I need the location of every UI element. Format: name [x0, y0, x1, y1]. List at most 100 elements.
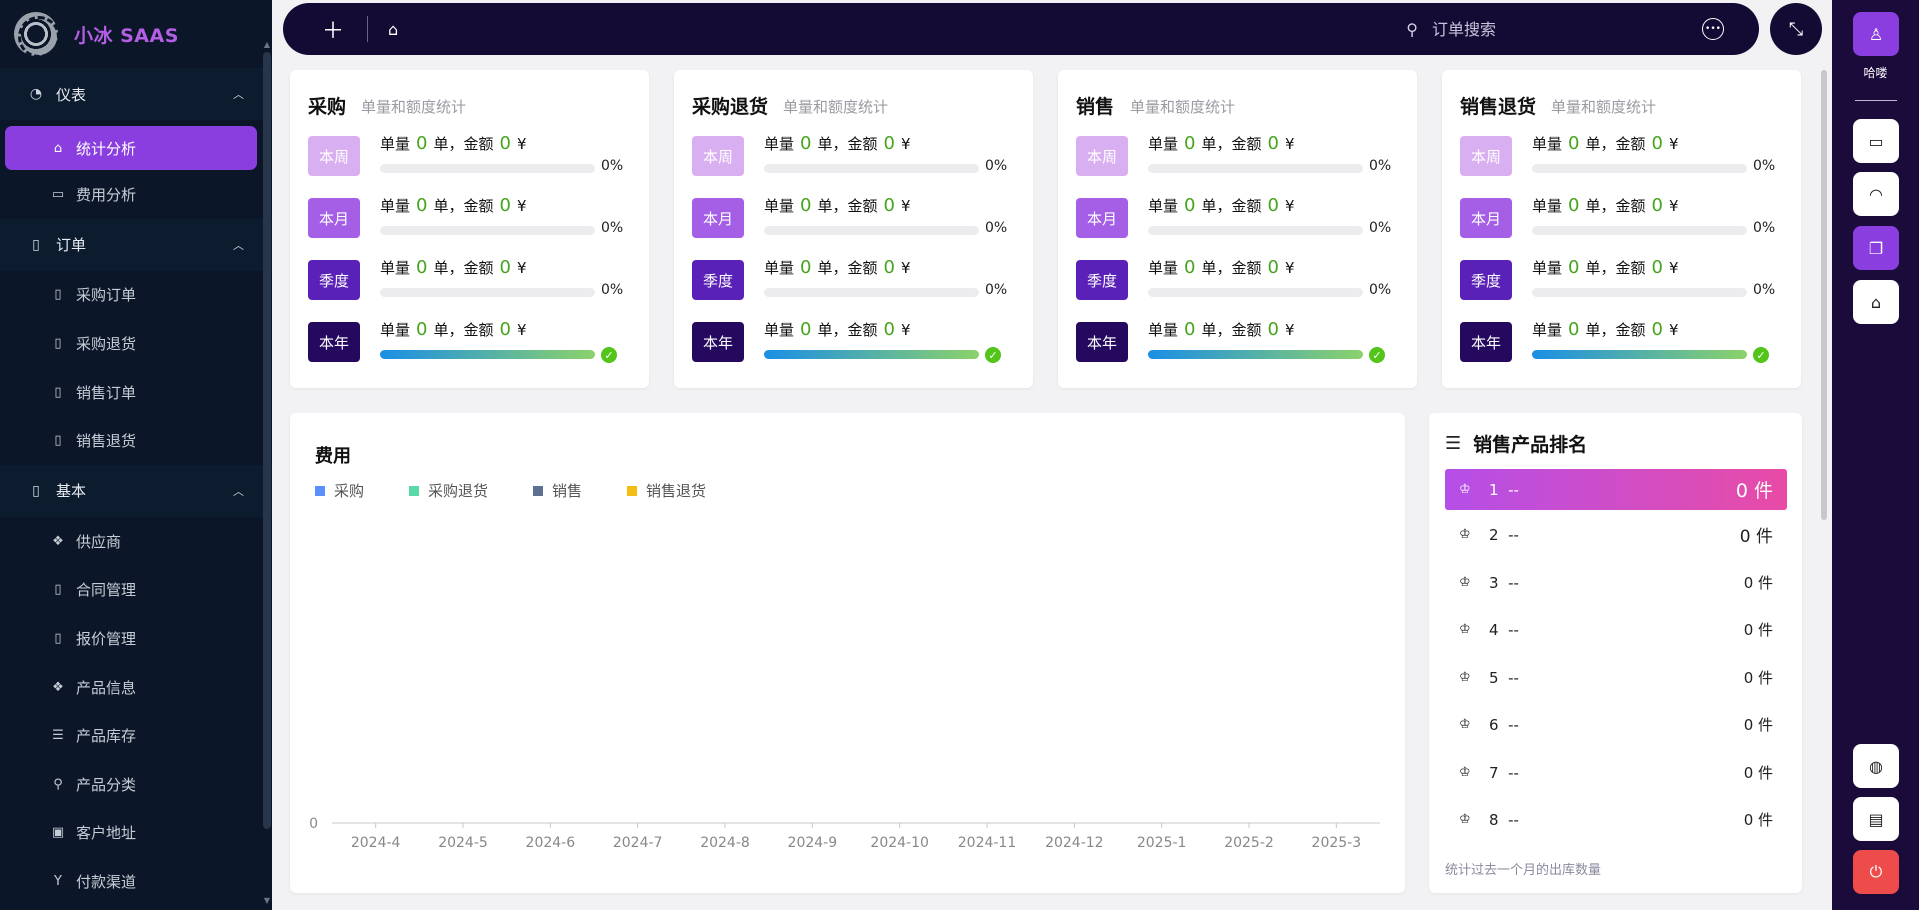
doc-edit-icon: ▯ [54, 287, 62, 303]
period-badge: 本周 [1460, 136, 1512, 176]
progress-bar [764, 226, 979, 235]
period-badge: 本年 [308, 322, 360, 362]
progress-bar [380, 226, 595, 235]
dropbox-icon: ❖ [52, 533, 64, 549]
fullscreen-icon: ⤡ [1788, 18, 1804, 40]
rank-quantity: 0 件 [1743, 764, 1773, 782]
nav-group-dashboard[interactable]: ◔ 仪表 ︿ [0, 68, 272, 120]
stat-row: 季度 单量 0 单，金额 0 ¥0% [1076, 257, 1406, 300]
crown-icon: ♔ [1459, 622, 1471, 637]
support-button[interactable]: ◠ [1853, 172, 1899, 216]
fullscreen-button[interactable]: ⤡ [1770, 3, 1822, 55]
scroll-down-arrow-icon[interactable]: ▼ [263, 896, 271, 905]
sidebar-item-sales-order[interactable]: ▯ 销售订单 [0, 368, 272, 417]
sidebar-scrollbar[interactable] [263, 52, 271, 829]
ranking-row[interactable]: ♔ 6 -- 0 件 [1445, 704, 1787, 745]
report-button[interactable]: ▤ [1853, 797, 1899, 841]
count-value: 0 [1184, 133, 1196, 154]
stat-row-text: 单量 0 单，金额 0 ¥ [1532, 319, 1678, 340]
sidebar-item-label: 统计分析 [76, 139, 137, 158]
ranking-row[interactable]: ♔ 1 -- 0 件 [1445, 469, 1787, 510]
count-value: 0 [416, 257, 428, 278]
address-icon: ▣ [51, 825, 65, 841]
period-badge: 本周 [1076, 136, 1128, 176]
brand[interactable]: 小冰 SAAS [0, 0, 272, 68]
sidebar-item-statistics[interactable]: ⌂ 统计分析 [5, 126, 257, 170]
x-tick-label: 2024-4 [351, 835, 401, 851]
sidebar-item-product-stock[interactable]: ☰ 产品库存 [0, 711, 272, 760]
sidebar-item-purchase-order[interactable]: ▯ 采购订单 [0, 271, 272, 320]
sidebar-item-sales-return[interactable]: ▯ 销售退货 [0, 416, 272, 465]
rank-quantity: 0 件 [1743, 669, 1773, 687]
ranking-row[interactable]: ♔ 8 -- 0 件 [1445, 799, 1787, 840]
search-icon: ⚲ [1406, 19, 1418, 39]
crown-icon: ♔ [1459, 527, 1471, 542]
sidebar-item-contract[interactable]: ▯ 合同管理 [0, 566, 272, 615]
document-icon: ▤ [1868, 809, 1884, 829]
logout-button[interactable]: ⏻ [1853, 850, 1899, 894]
ranking-row[interactable]: ♔ 2 -- 0 件 [1445, 514, 1787, 555]
stat-row-text: 单量 0 单，金额 0 ¥ [1148, 195, 1294, 216]
count-value: 0 [800, 257, 812, 278]
amount-label: 单，金额 [1585, 321, 1646, 339]
wechat-button[interactable]: ◍ [1853, 744, 1899, 788]
sidebar-item-expense-analysis[interactable]: ▭ 费用分析 [0, 170, 272, 219]
currency-symbol: ¥ [1668, 135, 1679, 153]
top-bar: ＋ ⌂ ⚲ ••• [283, 3, 1759, 55]
divider [1855, 100, 1897, 101]
ranking-footnote: 统计过去一个月的出库数量 [1445, 863, 1602, 878]
count-value: 0 [1568, 133, 1580, 154]
divider [367, 16, 368, 42]
bank-button[interactable]: ⌂ [1853, 280, 1899, 324]
progress-percent: 0% [1753, 158, 1776, 174]
sidebar-item-product-category[interactable]: ⚲ 产品分类 [0, 760, 272, 809]
sidebar-item-label: 付款渠道 [76, 872, 137, 891]
scroll-up-arrow-icon[interactable]: ▲ [263, 40, 271, 49]
currency-symbol: ¥ [1284, 135, 1295, 153]
currency-symbol: ¥ [1284, 321, 1295, 339]
product-name: -- [1508, 810, 1519, 829]
ranking-row[interactable]: ♔ 5 -- 0 件 [1445, 657, 1787, 698]
list-doc-icon: ☰ [52, 728, 64, 744]
sidebar-item-customer-address[interactable]: ▣ 客户地址 [0, 809, 272, 858]
sidebar-item-payment-channel[interactable]: Y 付款渠道 [0, 857, 272, 906]
home-icon: ⌂ [53, 140, 63, 156]
currency-symbol: ¥ [900, 321, 911, 339]
main-scrollbar[interactable] [1821, 70, 1827, 520]
documents-button[interactable]: ❐ [1853, 226, 1899, 270]
amount-value: 0 [1267, 133, 1279, 154]
count-label: 单量 [380, 259, 411, 277]
amount-value: 0 [1651, 195, 1663, 216]
home-icon[interactable]: ⌂ [388, 20, 398, 39]
chat-icon[interactable]: ••• [1702, 18, 1724, 40]
contract-icon: ▯ [54, 582, 62, 598]
product-name: -- [1508, 525, 1519, 544]
nav-group-label: 仪表 [56, 85, 87, 104]
sidebar-item-product-info[interactable]: ❖ 产品信息 [0, 663, 272, 712]
screen-button[interactable]: ▭ [1853, 119, 1899, 163]
count-label: 单量 [1148, 197, 1179, 215]
sidebar-item-quote[interactable]: ▯ 报价管理 [0, 614, 272, 663]
ranking-row[interactable]: ♔ 4 -- 0 件 [1445, 609, 1787, 650]
stat-card-title: 销售 [1076, 96, 1115, 118]
add-tab-icon[interactable]: ＋ [319, 13, 347, 45]
count-label: 单量 [764, 321, 795, 339]
stat-row-text: 单量 0 单，金额 0 ¥ [380, 133, 526, 154]
sidebar-item-label: 销售退货 [76, 432, 137, 451]
dropbox-icon: ❖ [52, 679, 64, 695]
currency-symbol: ¥ [900, 135, 911, 153]
ranking-row[interactable]: ♔ 3 -- 0 件 [1445, 562, 1787, 603]
order-search-input[interactable] [1432, 19, 1702, 39]
ranking-row[interactable]: ♔ 7 -- 0 件 [1445, 752, 1787, 793]
product-name: -- [1508, 668, 1519, 687]
count-value: 0 [1184, 257, 1196, 278]
logout-icon: ⏻ [1869, 862, 1883, 881]
sidebar-item-supplier[interactable]: ❖ 供应商 [0, 517, 272, 566]
stat-row: 本年 单量 0 单，金额 0 ¥ ✓ [692, 319, 1022, 363]
sidebar-item-purchase-return[interactable]: ▯ 采购退货 [0, 319, 272, 368]
stat-row: 本年 单量 0 单，金额 0 ¥ ✓ [1460, 319, 1790, 363]
sidebar-item-label: 合同管理 [76, 581, 137, 600]
user-avatar-button[interactable]: ♙ [1853, 12, 1899, 56]
nav-group-basic[interactable]: ▯ 基本 ︿ [0, 464, 272, 517]
nav-group-orders[interactable]: ▯ 订单 ︿ [0, 218, 272, 271]
